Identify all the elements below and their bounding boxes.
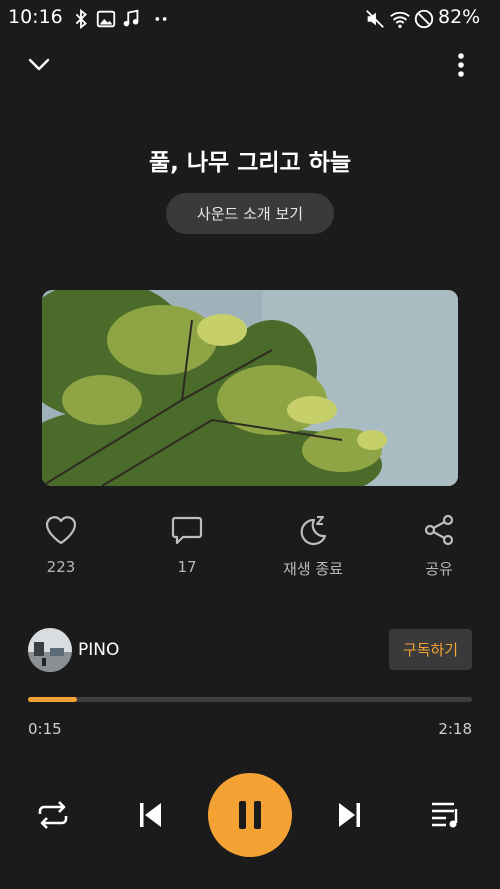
subscribe-button[interactable]: 구독하기: [389, 629, 472, 670]
album-artwork: [42, 290, 458, 486]
current-time: 0:15: [28, 720, 62, 738]
comment-action[interactable]: 17: [147, 514, 227, 576]
comment-icon: [171, 516, 203, 545]
track-title: 풀, 나무 그리고 하늘: [148, 150, 352, 176]
like-count: 223: [46, 558, 76, 576]
previous-button[interactable]: [130, 795, 170, 835]
sleep-timer-icon: [300, 516, 327, 546]
status-bar: 10:16 82%: [0, 0, 500, 36]
repeat-icon: [38, 801, 68, 829]
sleep-timer-label: 재생 종료: [283, 560, 343, 578]
next-icon: [339, 803, 360, 827]
mute-icon: [366, 10, 384, 28]
channel-name[interactable]: PINO: [78, 640, 119, 660]
share-icon: [424, 514, 454, 546]
comment-count: 17: [177, 558, 197, 576]
sleep-timer-action[interactable]: 재생 종료: [273, 514, 353, 579]
music-note-icon: [123, 9, 139, 27]
share-label: 공유: [425, 560, 453, 578]
like-action[interactable]: 223: [21, 514, 101, 576]
sound-intro-button[interactable]: 사운드 소개 보기: [166, 193, 334, 234]
image-icon: [96, 10, 116, 28]
wifi-icon: [390, 11, 410, 28]
progress-bar[interactable]: [28, 697, 472, 702]
pause-button[interactable]: [208, 773, 292, 857]
battery-level: 82%: [438, 6, 481, 28]
next-button[interactable]: [330, 795, 370, 835]
total-time: 2:18: [438, 720, 472, 738]
bluetooth-icon: [75, 8, 87, 30]
share-action[interactable]: 공유: [399, 514, 479, 579]
playlist-button[interactable]: [426, 795, 466, 835]
pause-icon: [239, 801, 261, 829]
heart-icon: [45, 516, 77, 545]
channel-avatar[interactable]: [28, 628, 72, 672]
do-not-disturb-icon: [414, 9, 434, 29]
previous-icon: [140, 803, 161, 827]
repeat-button[interactable]: [33, 795, 73, 835]
progress-fill: [28, 697, 77, 702]
chevron-down-icon[interactable]: [26, 52, 52, 78]
more-vertical-icon[interactable]: [449, 50, 473, 80]
more-dots-icon: [155, 17, 167, 21]
status-time: 10:16: [8, 6, 63, 28]
playlist-icon: [432, 802, 458, 828]
